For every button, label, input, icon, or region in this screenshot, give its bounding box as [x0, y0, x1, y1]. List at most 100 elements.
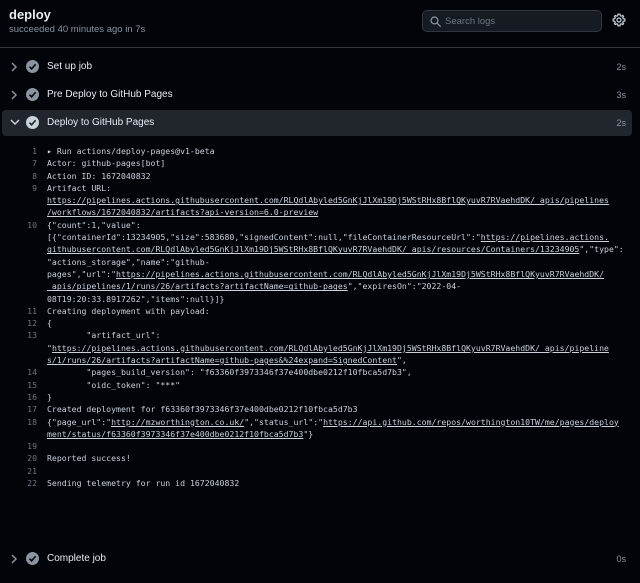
log-line-wrap: s/1/runs/26/artifacts?artifactName=githu…	[0, 354, 640, 366]
line-number[interactable]: 9	[0, 182, 37, 194]
log-text[interactable]: ▸ Run actions/deploy-pages@v1-beta	[47, 145, 215, 157]
step-label: Set up job	[47, 61, 93, 72]
success-check-icon	[26, 60, 39, 73]
status-url-link[interactable]: https://api.github.com/repos/worthington…	[323, 417, 619, 427]
line-number[interactable]: 19	[0, 440, 37, 452]
log-line: 18 {"page_url":"http://mzworthington.co.u…	[0, 416, 640, 428]
log-line-wrap: _apis/pipelines/1/runs/26/artifacts?arti…	[0, 280, 640, 292]
chevron-right-icon	[11, 62, 18, 72]
log-text: "artifact_url":	[47, 330, 161, 341]
chevron-right-icon	[11, 554, 18, 564]
status-url-link[interactable]: ment/status/f63360f3973346f37e400dbe0212…	[47, 429, 303, 439]
artifact-url-link[interactable]: /workflows/1672040832/artifacts?api-vers…	[47, 207, 318, 217]
step-deploy-to-github-pages[interactable]: Deploy to GitHub Pages 2s	[2, 110, 632, 136]
log-text: ","status_url":"	[244, 416, 324, 427]
chevron-right-icon	[11, 90, 18, 100]
log-line: 19	[0, 440, 640, 452]
line-number[interactable]: 7	[0, 157, 37, 169]
log-line: 16}	[0, 391, 640, 403]
search-input[interactable]	[445, 14, 595, 29]
log-text: Action ID: 1672040832	[47, 170, 151, 181]
log-line: 17 Created deployment for f63360f3973346f…	[0, 403, 640, 415]
log-line-wrap: 08T19:20:33.8917262","items":null}]}	[0, 293, 640, 305]
log-text: [{"containerId":13234905,"size":583680,"…	[47, 232, 481, 243]
log-text: "}	[303, 428, 314, 439]
search-icon	[430, 16, 441, 27]
log-text: Creating deployment with payload:	[47, 305, 210, 316]
log-text: ","type":	[579, 244, 624, 255]
job-title: deploy	[9, 7, 51, 22]
page-url-link[interactable]: http://mzworthington.co.uk/	[111, 417, 244, 427]
line-number[interactable]: 17	[0, 403, 37, 415]
step-set-up-job[interactable]: Set up job 2s	[0, 54, 640, 80]
container-resource-link[interactable]: githubusercontent.com/RLQdlAbyled5GnKjJl…	[47, 244, 579, 254]
log-text: Artifact URL:	[47, 182, 112, 193]
log-text: {	[47, 318, 52, 329]
log-line: 22 Sending telemetry for run id 167204083…	[0, 477, 640, 489]
log-line-wrap: pages","url":"https://pipelines.actions.…	[0, 268, 640, 280]
line-number[interactable]: 12	[0, 317, 37, 329]
line-number[interactable]: 21	[0, 465, 37, 477]
log-line-wrap: "actions_storage","name":"github-	[0, 256, 640, 268]
log-line: 15 "oidc_token": "***"	[0, 379, 640, 391]
step-duration: 2s	[616, 62, 626, 72]
log-text: "oidc_token": "***"	[47, 379, 181, 390]
line-number[interactable]: 20	[0, 452, 37, 464]
line-number[interactable]: 15	[0, 379, 37, 391]
log-text: }	[47, 391, 52, 402]
log-text: Actor: github-pages[bot]	[47, 158, 166, 169]
artifact-link[interactable]: https://pipelines.actions.githubusercont…	[116, 269, 604, 279]
line-number[interactable]: 13	[0, 329, 37, 341]
step-label: Deploy to GitHub Pages	[47, 117, 155, 128]
artifact-link[interactable]: _apis/pipelines/1/runs/26/artifacts?arti…	[47, 281, 348, 291]
step-complete-job[interactable]: Complete job 0s	[0, 546, 640, 572]
log-text: ",	[396, 355, 407, 366]
log-line-wrap: https://pipelines.actions.githubusercont…	[0, 194, 640, 206]
step-duration: 2s	[616, 118, 626, 128]
artifact-url-link[interactable]: https://pipelines.actions.githubusercont…	[47, 195, 609, 205]
log-output: 1 ▸ Run actions/deploy-pages@v1-beta 7 Act…	[0, 145, 640, 489]
log-line-wrap: ment/status/f63360f3973346f37e400dbe0212…	[0, 428, 640, 440]
success-check-icon	[26, 88, 39, 101]
log-text: Sending telemetry for run id 1672040832	[47, 478, 240, 489]
job-header: deploy succeeded 40 minutes ago in 7s	[0, 0, 640, 48]
log-text: Created deployment for f63360f3973346f37…	[47, 404, 358, 415]
log-line: 13 "artifact_url":	[0, 329, 640, 341]
log-line: 12 {	[0, 317, 640, 329]
line-number[interactable]: 16	[0, 391, 37, 403]
log-text: ","expiresOn":"2022-04-	[347, 281, 462, 292]
line-number[interactable]: 22	[0, 477, 37, 489]
step-label: Pre Deploy to GitHub Pages	[47, 89, 173, 100]
search-box[interactable]	[422, 10, 602, 32]
line-number[interactable]: 14	[0, 366, 37, 378]
log-line-wrap: githubusercontent.com/RLQdlAbyled5GnKjJl…	[0, 243, 640, 255]
log-line-wrap: [{"containerId":13234905,"size":583680,"…	[0, 231, 640, 243]
log-text: "actions_storage","name":"github-	[47, 256, 210, 267]
log-line-wrap: /workflows/1672040832/artifacts?api-vers…	[0, 206, 640, 218]
line-number[interactable]: 11	[0, 305, 37, 317]
log-line: 8 Action ID: 1672040832	[0, 170, 640, 182]
step-label: Complete job	[47, 553, 106, 564]
line-number[interactable]: 8	[0, 170, 37, 182]
success-check-icon	[26, 552, 39, 565]
log-line[interactable]: 1 ▸ Run actions/deploy-pages@v1-beta	[0, 145, 640, 157]
log-text: {"page_url":"	[47, 416, 112, 427]
job-status: succeeded 40 minutes ago in 7s	[9, 24, 146, 35]
gear-icon[interactable]	[612, 13, 626, 27]
log-line: 9 Artifact URL:	[0, 182, 640, 194]
artifact-expand-link[interactable]: s/1/runs/26/artifacts?artifactName=githu…	[47, 355, 397, 365]
line-number[interactable]: 1	[0, 145, 37, 157]
container-resource-link[interactable]: https://pipelines.actions.	[481, 232, 609, 242]
log-text: 08T19:20:33.8917262","items":null}]}	[47, 293, 225, 304]
line-number[interactable]: 18	[0, 416, 37, 428]
log-text: "pages_build_version": "f63360f3973346f3…	[47, 367, 412, 378]
line-number[interactable]: 10	[0, 219, 37, 231]
step-duration: 0s	[616, 554, 626, 564]
log-text: pages","url":"	[47, 268, 117, 279]
log-line: 21	[0, 465, 640, 477]
step-pre-deploy[interactable]: Pre Deploy to GitHub Pages 3s	[0, 82, 640, 108]
artifact-expand-link[interactable]: https://pipelines.actions.githubusercont…	[52, 343, 609, 353]
log-line-wrap: "https://pipelines.actions.githubusercon…	[0, 342, 640, 354]
log-line: 7 Actor: github-pages[bot]	[0, 157, 640, 169]
chevron-down-icon	[10, 119, 20, 126]
